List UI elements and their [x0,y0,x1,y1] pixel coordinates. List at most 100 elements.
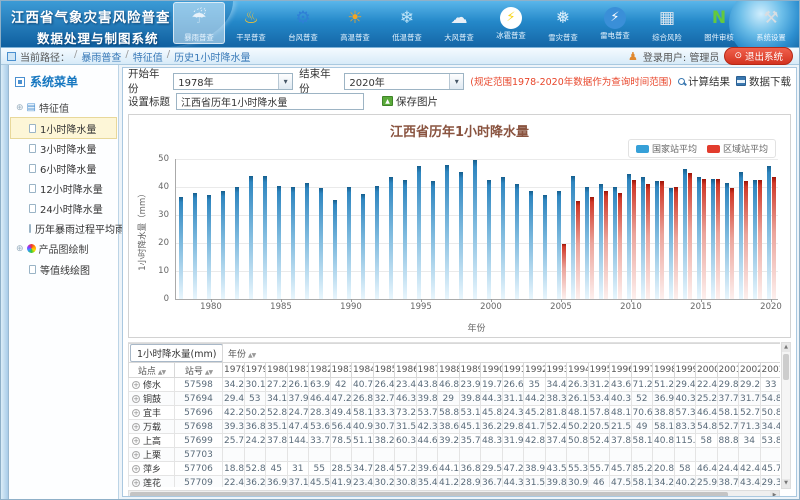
breadcrumb-item[interactable]: 历史1小时降水量 [174,49,250,64]
legend-item[interactable]: 国家站平均 [636,142,697,155]
toolbar-item-typhoon[interactable]: ⚙台风普查 [277,2,329,44]
value-cell: 24.7 [287,406,309,420]
toolbar-item-snow-disaster[interactable]: ❅雪灾普查 [537,2,589,44]
toolbar-item-hail[interactable]: ⚡冰雹普查 [485,2,537,42]
logout-button[interactable]: ⊙ 退出系统 [724,47,793,65]
sidebar-item[interactable]: 24小时降水量 [11,198,116,218]
bar-regional-2017 [730,188,734,299]
station-name: 修水 [130,378,173,391]
data-download-button[interactable]: 数据下载 [736,74,791,89]
expand-row-icon[interactable] [132,423,140,431]
expand-row-icon[interactable] [132,381,140,389]
value-cell: 52.7 [739,406,761,420]
expand-row-icon[interactable] [132,409,140,417]
station-name: 萍乡 [130,462,173,475]
value-cell: 44.6 [416,434,438,448]
toolbar-item-map-review[interactable]: N图件审核 [693,2,745,44]
expand-row-icon[interactable] [132,451,140,459]
sidebar-group-2[interactable]: ⊕产品图绘制 [11,238,116,259]
station-name-cell: 修水 [129,378,175,392]
toolbar-item-comprehensive-risk[interactable]: ▦综合风险 [641,2,693,44]
horizontal-scroll-thumb[interactable] [130,492,728,497]
expand-row-icon[interactable] [132,437,140,445]
station-name: 宜丰 [130,406,173,419]
value-cell: 37.8 [266,434,288,448]
expand-row-icon[interactable] [132,465,140,473]
station-id-cell: 57703 [175,448,223,462]
station-id-column-header[interactable]: 站号▲▼ [175,363,223,378]
app-header: 江西省气象灾害风险普查 数据处理与制图系统 ☔暴雨普查♨干旱普查⚙台风普查☀高温… [1,1,799,47]
gale-icon: ☁ [444,5,474,31]
sidebar-item[interactable]: 12小时降水量 [11,178,116,198]
value-cell: 18.8 [223,462,245,476]
legend-item[interactable]: 区域站平均 [707,142,768,155]
station-name-label: 萍乡 [143,462,161,475]
end-year-select[interactable]: 2020年 [344,73,464,90]
station-column-header[interactable]: 站点▲▼ [129,363,175,378]
breadcrumb-separator: / [167,49,170,64]
value-cell: 37.1 [287,476,309,488]
year-column-header: 1980 [266,363,288,378]
value-cell: 55.3 [567,462,589,476]
range-note: (规定范围1978-2020年数据作为查询时间范围) [470,74,672,88]
toolbar-item-label: 低温普查 [384,32,430,42]
sidebar-group-1[interactable]: ⊕▤特征值 [11,97,116,118]
expander-icon[interactable]: ⊕ [16,244,24,254]
station-id-cell: 57696 [175,406,223,420]
rainstorm-icon: ☔ [184,5,214,31]
toolbar-item-label: 冰雹普查 [488,30,534,40]
toolbar-item-rainstorm[interactable]: ☔暴雨普查 [173,2,225,44]
toolbar-item-drought[interactable]: ♨干旱普查 [225,2,277,44]
bar-national-1981 [221,191,225,299]
save-disk-icon [736,76,746,86]
table-vertical-scrollbar[interactable]: ▲ ▼ [781,342,791,489]
scroll-right-arrow-icon[interactable]: ▶ [770,491,779,497]
value-cell: 37.9 [287,392,309,406]
sidebar-item-label: 3小时降水量 [40,141,96,156]
sort-arrows-icon[interactable]: ▲▼ [158,369,165,376]
sidebar-item[interactable]: 历年暴雨过程平均雨量 [11,218,116,238]
table-horizontal-scrollbar[interactable]: ▶ [128,490,780,497]
start-year-select[interactable]: 1978年 [173,73,293,90]
sidebar-item[interactable]: 6小时降水量 [11,158,116,178]
expander-icon[interactable]: ⊕ [16,103,24,113]
value-cell [309,448,331,462]
chart-legend[interactable]: 国家站平均区域站平均 [628,139,776,158]
scroll-down-arrow-icon[interactable]: ▼ [782,479,790,488]
scroll-up-arrow-icon[interactable]: ▲ [782,343,790,352]
year-sort-header[interactable]: 年份▲▼ [223,344,781,363]
sidebar-item[interactable]: 1小时降水量 [11,118,116,138]
value-cell: 46 [588,476,610,488]
chart-title-input[interactable] [176,93,364,110]
value-cell: 33.3 [373,406,395,420]
toolbar-item-low-temp[interactable]: ❄低温普查 [381,2,433,44]
bar-regional-2013 [674,187,678,299]
station-name: 上栗 [130,448,173,461]
value-cell: 37.7 [717,392,739,406]
vertical-scroll-thumb[interactable] [783,354,789,380]
calc-result-button[interactable]: 计算结果 [678,74,730,89]
year-column-header: 1988 [438,363,460,378]
sort-arrows-icon[interactable]: ▲▼ [248,352,255,359]
save-image-button[interactable]: ▲ 保存图片 [382,94,438,109]
toolbar-item-lightning[interactable]: ⚡雷电普查 [589,2,641,42]
value-cell: 53.7 [416,406,438,420]
sidebar-item[interactable]: 等值线绘图 [11,259,116,279]
value-cell: 25.7 [223,434,245,448]
toolbar-item-system-settings[interactable]: ⚒系统设置 [745,2,797,44]
toolbar-item-gale[interactable]: ☁大风普查 [433,2,485,44]
toolbar-item-high-temp[interactable]: ☀高温普查 [329,2,381,44]
snow-disaster-icon: ❅ [548,5,578,31]
sidebar-item[interactable]: 3小时降水量 [11,138,116,158]
value-cell: 58.8 [438,406,460,420]
low-temp-icon: ❄ [392,5,422,31]
table-row: 莲花5770922.436.236.937.145.541.923.430.23… [129,476,781,488]
table-row: 上高5769925.724.237.8144.833.778.551.138.2… [129,434,781,448]
breadcrumb-item[interactable]: 特征值 [133,49,163,64]
value-cell: 33.7 [309,434,331,448]
sort-arrows-icon[interactable]: ▲▼ [205,369,212,376]
expand-row-icon[interactable] [132,395,140,403]
breadcrumb-item[interactable]: 暴雨普查 [81,49,121,64]
value-cell: 50.8 [760,406,780,420]
expand-row-icon[interactable] [132,479,140,487]
